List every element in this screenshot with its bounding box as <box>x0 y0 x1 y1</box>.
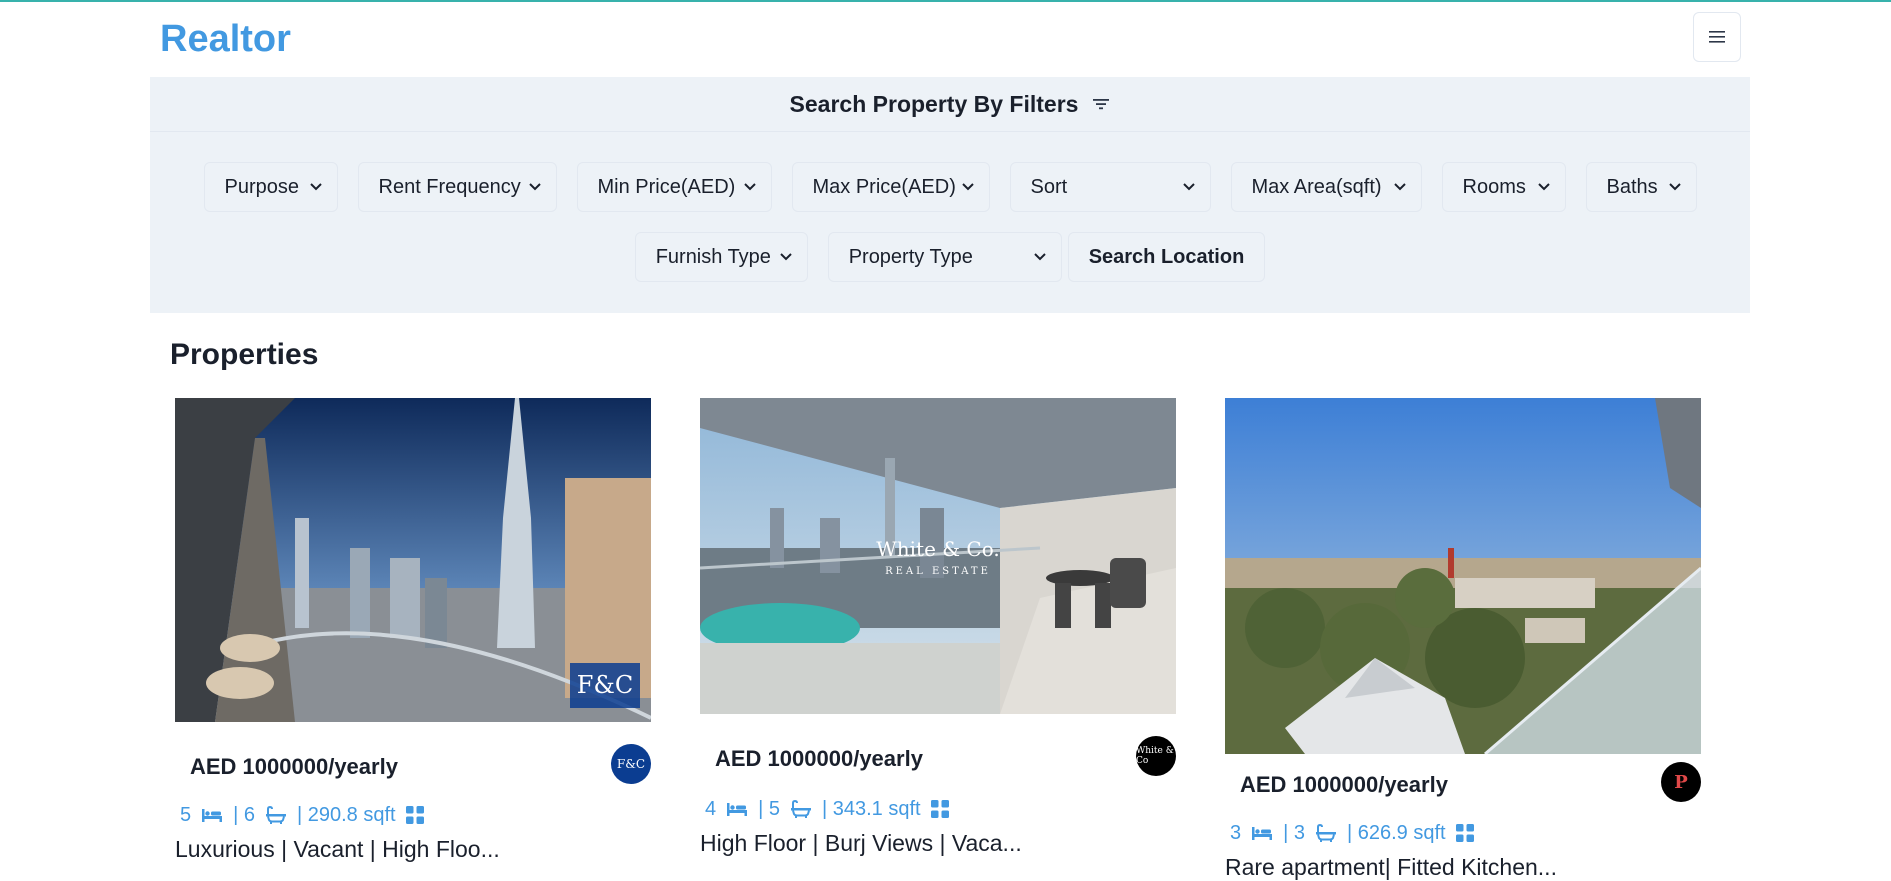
sort-select[interactable]: Sort <box>1009 162 1211 212</box>
chevron-down-icon <box>961 183 974 191</box>
chevron-down-icon <box>309 183 322 191</box>
price-row: AED 1000000/yearly F&C <box>175 744 651 798</box>
price-text: AED 1000000/yearly <box>190 754 398 779</box>
chevron-down-icon <box>1668 183 1681 191</box>
grid-icon <box>1455 824 1474 842</box>
grid-icon <box>930 800 949 818</box>
area-value: | 343.1 sqft <box>822 797 921 820</box>
brand-logo[interactable]: Realtor <box>160 18 291 61</box>
agency-avatar[interactable]: White & Co <box>1136 736 1176 776</box>
price-row: AED 1000000/yearly P <box>1225 762 1701 816</box>
baths-select[interactable]: Baths <box>1585 162 1697 212</box>
select-label: Min Price(AED) <box>597 175 736 198</box>
baths-count: | 5 <box>758 797 780 820</box>
filters-header[interactable]: Search Property By Filters <box>150 77 1750 132</box>
area-value: | 626.9 sqft <box>1347 821 1446 844</box>
property-card[interactable]: AED 1000000/yearly P 3 | 3 | 626.9 sqft … <box>1225 398 1701 881</box>
min-price-select[interactable]: Min Price(AED) <box>576 162 772 212</box>
filters-title: Search Property By Filters <box>789 90 1079 117</box>
rooms-select[interactable]: Rooms <box>1441 162 1566 212</box>
max-price-select[interactable]: Max Price(AED) <box>791 162 990 212</box>
bath-icon <box>791 800 811 818</box>
select-label: Furnish Type <box>655 245 771 268</box>
select-label: Baths <box>1606 175 1658 198</box>
agency-logo-text: F&C <box>616 757 646 771</box>
rooms-count: 5 <box>180 803 192 826</box>
property-image[interactable]: White & Co. REAL ESTATE <box>700 398 1176 714</box>
filter-row-1: Purpose Rent Frequency Min Price(AED) Ma… <box>150 162 1750 212</box>
property-image[interactable] <box>1225 398 1701 754</box>
svg-text:F&C: F&C <box>577 671 633 699</box>
filter-icon <box>1093 99 1110 110</box>
filters-panel: Search Property By Filters Purpose Rent … <box>150 77 1750 313</box>
property-meta: 4 | 5 | 343.1 sqft <box>700 792 1176 826</box>
purpose-select[interactable]: Purpose <box>203 162 338 212</box>
chevron-down-icon <box>1537 183 1550 191</box>
rooms-count: 3 <box>1230 821 1242 844</box>
select-label: Max Area(sqft) <box>1251 175 1382 198</box>
property-type-select[interactable]: Property Type <box>827 232 1062 282</box>
price-text: AED 1000000/yearly <box>1240 772 1448 797</box>
chevron-down-icon <box>1033 253 1046 261</box>
baths-count: | 6 <box>233 803 255 826</box>
property-card[interactable]: F&C AED 1000000/yearly F&C 5 | 6 | 290.8… <box>175 398 651 863</box>
menu-button[interactable] <box>1693 12 1741 62</box>
furnish-type-select[interactable]: Furnish Type <box>634 232 808 282</box>
agency-avatar[interactable]: P <box>1661 762 1701 802</box>
bed-icon <box>1252 827 1273 840</box>
baths-count: | 3 <box>1283 821 1305 844</box>
select-label: Property Type <box>848 245 973 268</box>
bath-icon <box>1316 824 1336 842</box>
select-label: Purpose <box>224 175 300 198</box>
chevron-down-icon <box>743 183 756 191</box>
hamburger-icon <box>1709 31 1725 43</box>
chevron-down-icon <box>1182 183 1195 191</box>
select-label: Sort <box>1030 175 1068 198</box>
property-title[interactable]: Luxurious | Vacant | High Floo... <box>175 836 651 863</box>
filter-row-2: Furnish Type Property Type Search Locati… <box>150 232 1750 282</box>
agency-logo-text: P <box>1674 771 1688 793</box>
agency-logo-text: White & Co <box>1136 746 1174 766</box>
bath-icon <box>266 806 286 824</box>
chevron-down-icon <box>528 183 541 191</box>
agency-avatar[interactable]: F&C <box>611 744 651 784</box>
property-card[interactable]: White & Co. REAL ESTATE AED 1000000/year… <box>700 398 1176 857</box>
bed-icon <box>727 803 748 816</box>
area-value: | 290.8 sqft <box>297 803 396 826</box>
property-title[interactable]: High Floor | Burj Views | Vaca... <box>700 830 1176 857</box>
property-title[interactable]: Rare apartment| Fitted Kitchen... <box>1225 854 1701 881</box>
select-label: Rent Frequency <box>378 175 521 198</box>
chevron-down-icon <box>1393 183 1406 191</box>
price-row: AED 1000000/yearly White & Co <box>700 736 1176 792</box>
image-watermark: White & Co. <box>876 537 1000 561</box>
select-label: Max Price(AED) <box>812 175 956 198</box>
rent-frequency-select[interactable]: Rent Frequency <box>357 162 557 212</box>
max-area-select[interactable]: Max Area(sqft) <box>1230 162 1422 212</box>
price-text: AED 1000000/yearly <box>715 746 923 771</box>
grid-icon <box>405 806 424 824</box>
search-location-button[interactable]: Search Location <box>1067 232 1266 282</box>
properties-heading: Properties <box>170 338 319 371</box>
image-watermark-sub: REAL ESTATE <box>885 566 991 577</box>
select-label: Rooms <box>1462 175 1526 198</box>
property-meta: 5 | 6 | 290.8 sqft <box>175 798 651 832</box>
bed-icon <box>202 809 223 822</box>
rooms-count: 4 <box>705 797 717 820</box>
property-meta: 3 | 3 | 626.9 sqft <box>1225 816 1701 850</box>
navbar: Realtor <box>0 2 1891 78</box>
property-image[interactable]: F&C <box>175 398 651 722</box>
chevron-down-icon <box>779 253 792 261</box>
